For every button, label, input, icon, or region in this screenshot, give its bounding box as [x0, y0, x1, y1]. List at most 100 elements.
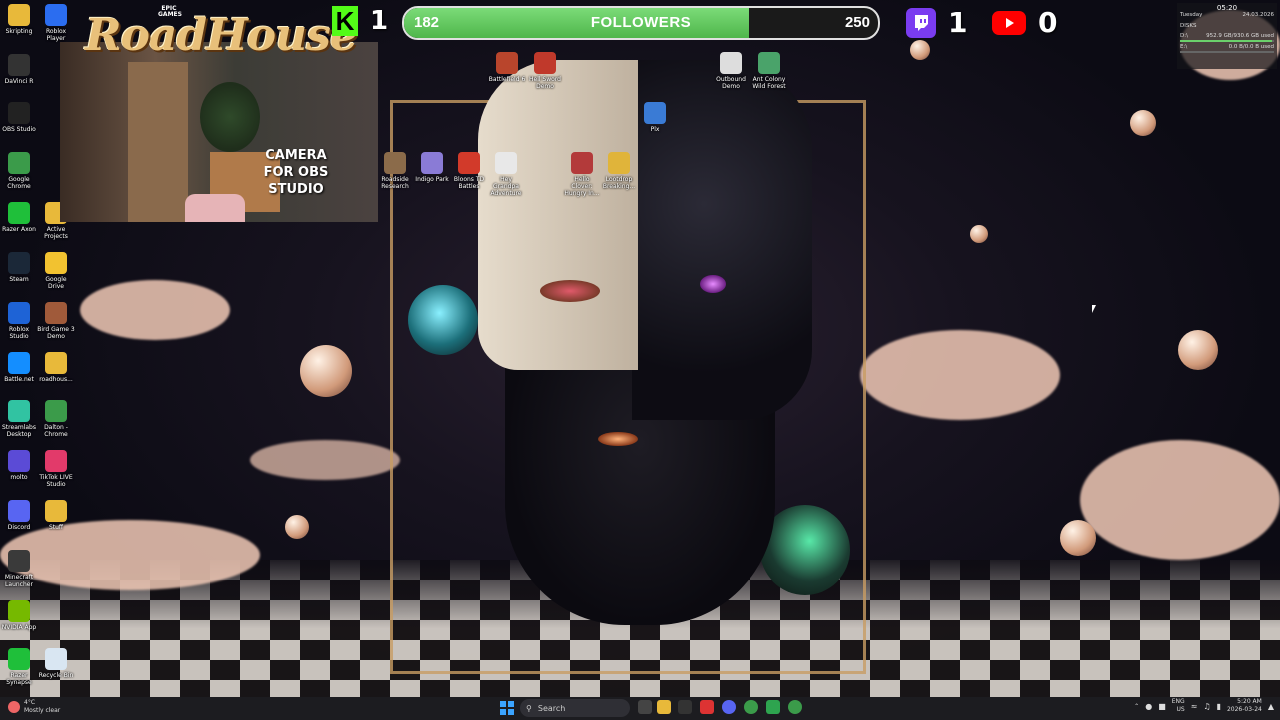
- disk-value: 0.0 B/0.0 B used: [1228, 44, 1274, 50]
- notification-icon[interactable]: ▲: [1268, 702, 1274, 711]
- desktop-shortcut[interactable]: molto: [0, 450, 38, 481]
- language-indicator[interactable]: ENG US: [1172, 698, 1185, 714]
- eye-glow: [700, 275, 726, 293]
- disk-name: D:\: [1180, 33, 1188, 39]
- chrome-icon: [45, 400, 67, 422]
- streamlabs-icon: [8, 400, 30, 422]
- taskbar-clock[interactable]: 5:20 AM 2026-03-24: [1227, 698, 1262, 714]
- task-view-icon[interactable]: [638, 700, 652, 714]
- steam-icon: [8, 252, 30, 274]
- desktop-shortcut[interactable]: Roadside Research: [376, 152, 414, 190]
- desktop-shortcut[interactable]: Hello Clover: Hungry In...: [563, 152, 601, 197]
- widget-section-title: DISKS: [1177, 23, 1277, 30]
- desktop-shortcut[interactable]: Steam: [0, 252, 38, 283]
- desktop-shortcut[interactable]: Lootdrop Breaking...: [600, 152, 638, 190]
- bloons-icon: [458, 152, 480, 174]
- region-code: US: [1176, 706, 1185, 713]
- desktop-shortcut[interactable]: Outbound Demo: [712, 52, 750, 90]
- desktop-shortcut[interactable]: Ant Colony Wild Forest: [750, 52, 788, 90]
- wifi-icon[interactable]: ≈: [1191, 702, 1198, 711]
- desktop-shortcut[interactable]: Battle.net: [0, 352, 38, 383]
- bluetooth-icon[interactable]: ●: [1145, 702, 1152, 711]
- folder-icon: [45, 500, 67, 522]
- desktop-shortcut[interactable]: Roblox Studio: [0, 302, 38, 340]
- desktop-shortcut[interactable]: Hell Sword Demo: [526, 52, 564, 90]
- desktop-shortcut[interactable]: Razer Axon: [0, 202, 38, 233]
- kick-icon: K: [332, 6, 358, 36]
- desktop-shortcut[interactable]: Stuff: [37, 500, 75, 531]
- taskbar-search[interactable]: ⚲ Search: [520, 699, 630, 717]
- youtube-count: 0: [1038, 6, 1058, 39]
- razer-icon: [8, 648, 30, 670]
- minecraft-icon: [8, 550, 30, 572]
- volume-icon[interactable]: ♫: [1203, 702, 1210, 711]
- twitch-count: 1: [948, 6, 968, 39]
- widget-date-row: Tuesday 24.03.2026: [1177, 12, 1277, 19]
- desktop-shortcut[interactable]: Skripting: [0, 4, 38, 35]
- desktop-shortcut-label: NVIDIA App: [1, 624, 37, 631]
- desktop-shortcut-label: Google Drive: [45, 276, 67, 290]
- folder-icon: [45, 352, 67, 374]
- roadside-icon: [384, 152, 406, 174]
- desktop-shortcut-label: Streamlabs Desktop: [2, 424, 36, 438]
- desktop-shortcut[interactable]: Minecraft Launcher: [0, 550, 38, 588]
- discord-taskbar-icon[interactable]: [722, 700, 736, 714]
- razer-icon: [8, 202, 30, 224]
- cloud-shape: [250, 440, 400, 480]
- desktop-shortcut[interactable]: Hey Grandpa Adventure: [487, 152, 525, 197]
- widget-day: Tuesday: [1180, 12, 1203, 18]
- disk-name: E:\: [1180, 44, 1188, 50]
- outbound-icon: [720, 52, 742, 74]
- twitch-counter: 1: [906, 6, 967, 39]
- start-button[interactable]: [500, 701, 514, 715]
- desktop-shortcut[interactable]: OBS Studio: [0, 102, 38, 133]
- desktop-shortcut[interactable]: Battlefield 6: [488, 52, 526, 83]
- file-explorer-icon[interactable]: [657, 700, 671, 714]
- kick-counter: K 1: [332, 6, 388, 36]
- weather-icon: [8, 701, 20, 713]
- desktop-shortcut[interactable]: Plx: [636, 102, 674, 133]
- taskbar-app-icon[interactable]: [766, 700, 780, 714]
- desktop-shortcut[interactable]: Bloons TD Battles: [450, 152, 488, 190]
- desktop-shortcut-label: Bloons TD Battles: [453, 176, 485, 190]
- network-icon[interactable]: ■: [1158, 702, 1166, 711]
- desktop-shortcut[interactable]: Razer Synapse: [0, 648, 38, 686]
- chrome-icon: [8, 152, 30, 174]
- weather-widget[interactable]: 4°C Mostly clear: [8, 699, 60, 715]
- discord-icon: [8, 500, 30, 522]
- epic-games-badge: EPIC GAMES: [158, 5, 182, 18]
- desktop-shortcut[interactable]: Google Chrome: [0, 152, 38, 190]
- chrome-taskbar-icon[interactable]: [788, 700, 802, 714]
- desktop-shortcut[interactable]: Google Drive: [37, 252, 75, 290]
- youtube-taskbar-icon[interactable]: [700, 700, 714, 714]
- desktop-shortcut[interactable]: Bird Game 3 Demo: [37, 302, 75, 340]
- desktop-shortcut-label: Battlefield 6: [488, 76, 526, 83]
- bird-game-icon: [45, 302, 67, 324]
- desktop-shortcut[interactable]: DaVinci R: [0, 54, 38, 85]
- orb-shape: [910, 40, 930, 60]
- desktop-shortcut[interactable]: roadhous...: [37, 352, 75, 383]
- desktop-shortcut[interactable]: TikTok LIVE Studio: [37, 450, 75, 488]
- chrome-taskbar-icon[interactable]: [744, 700, 758, 714]
- roadhouse-logo-text: RoadHouse: [85, 10, 358, 61]
- widget-time: 05:20: [1216, 4, 1238, 12]
- taskbar-app-icon[interactable]: [678, 700, 692, 714]
- desktop-shortcut[interactable]: Dalton - Chrome: [37, 400, 75, 438]
- kick-count: 1: [370, 6, 389, 36]
- chevron-up-icon[interactable]: ⌃: [1134, 703, 1139, 710]
- desktop-shortcut-label: Active Projects: [44, 226, 68, 240]
- desktop-shortcut[interactable]: Indigo Park: [413, 152, 451, 183]
- plx-icon: [644, 102, 666, 124]
- desktop-shortcut-label: Hell Sword Demo: [528, 76, 561, 90]
- desktop-shortcut[interactable]: NVIDIA App: [0, 600, 38, 631]
- desktop-shortcut-label: Bird Game 3 Demo: [37, 326, 75, 340]
- desktop-shortcut-label: Ant Colony Wild Forest: [752, 76, 786, 90]
- desktop-shortcut[interactable]: Streamlabs Desktop: [0, 400, 38, 438]
- desktop-shortcut[interactable]: Discord: [0, 500, 38, 531]
- battery-icon[interactable]: ▮: [1217, 702, 1221, 711]
- desktop-shortcut[interactable]: Roblox Player: [37, 4, 75, 42]
- desktop-shortcut[interactable]: Recycle Bin: [37, 648, 75, 679]
- desktop-shortcut-label: roadhous...: [39, 376, 73, 383]
- search-placeholder: Search: [537, 703, 566, 713]
- widget-date: 24.03.2026: [1242, 12, 1275, 18]
